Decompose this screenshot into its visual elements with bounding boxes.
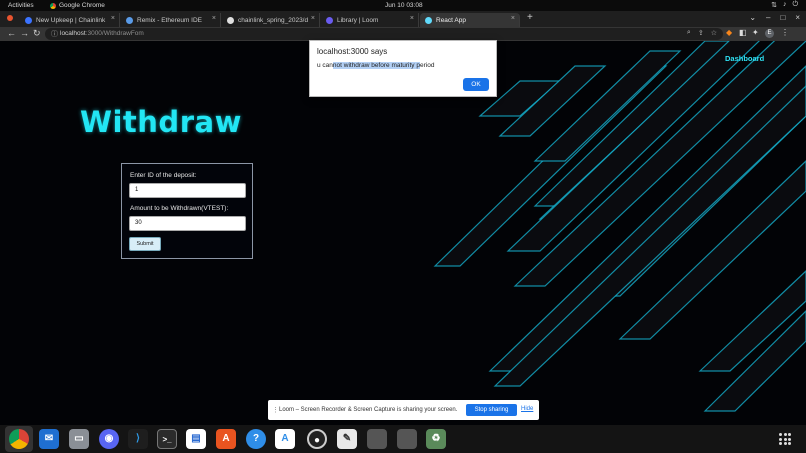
tab-label: React App — [436, 16, 466, 24]
remix-favicon-icon — [126, 16, 133, 24]
help-dock-icon[interactable]: ? — [246, 429, 266, 449]
trash-dock-icon[interactable]: ♻ — [426, 429, 446, 449]
submit-button[interactable]: Submit — [129, 237, 161, 251]
tab-label: chainlink_spring_2023/d — [238, 16, 309, 24]
loom-favicon-icon — [326, 16, 333, 24]
new-tab-button[interactable]: + — [527, 12, 533, 23]
address-bar[interactable]: ⓘ localhost:3000/WithdrawFom ⌕ ⇪ ☆ — [45, 28, 723, 40]
app-name: Google Chrome — [59, 2, 105, 9]
share-icon[interactable]: ⇪ — [698, 29, 704, 37]
alert-title: localhost:3000 says — [317, 47, 388, 56]
close-tab-icon[interactable]: × — [212, 15, 216, 22]
page-viewport: Dashboard Withdraw Enter ID of the depos… — [0, 41, 806, 425]
reload-icon[interactable]: ↻ — [33, 28, 41, 39]
page-title: Withdraw — [80, 105, 242, 139]
back-icon[interactable]: ← — [7, 28, 16, 38]
files-dock-icon[interactable]: ▭ — [69, 429, 89, 449]
profile-avatar[interactable]: E — [765, 29, 774, 38]
show-apps-icon[interactable] — [779, 433, 791, 445]
vscode-dock-icon[interactable]: ⟩ — [128, 429, 148, 449]
tab-search-icon[interactable]: ⌄ — [749, 13, 756, 22]
appstore-dock-icon[interactable]: A — [275, 429, 295, 449]
selected-text: not withdraw before maturity p — [332, 62, 420, 69]
stop-sharing-button[interactable]: Stop sharing — [466, 404, 517, 416]
clock[interactable]: Jun 10 03:08 — [385, 2, 423, 9]
close-window-icon[interactable]: × — [795, 13, 800, 22]
window-controls: ⌄ – □ × — [749, 13, 800, 22]
system-tray[interactable]: ⇅ ♪ ⏻ — [771, 1, 798, 9]
tab-label: Remix - Ethereum IDE — [137, 16, 203, 24]
screen-share-banner: ⋮ Loom – Screen Recorder & Screen Captur… — [268, 400, 539, 420]
chrome-menu-icon[interactable]: ⋮ — [781, 28, 789, 37]
tab-react-app[interactable]: React App × — [420, 13, 520, 27]
power-icon: ⏻ — [792, 1, 798, 8]
close-tab-icon[interactable]: × — [410, 15, 414, 22]
share-message: Loom – Screen Recorder & Screen Capture … — [279, 407, 458, 413]
software-dock-icon[interactable]: A — [216, 429, 236, 449]
github-favicon-icon — [227, 16, 234, 24]
zoom-icon[interactable]: ⌕ — [687, 29, 691, 37]
system-top-bar: Activities Google Chrome Jun 10 03:08 ⇅ … — [0, 0, 806, 11]
network-icon: ⇅ — [771, 2, 777, 9]
chrome-icon — [50, 2, 56, 9]
maximize-icon[interactable]: □ — [780, 13, 785, 22]
site-info-icon[interactable]: ⓘ — [51, 29, 58, 39]
terminal-dock-icon[interactable]: >_ — [157, 429, 177, 449]
volume-icon: ♪ — [782, 1, 787, 8]
activities-button[interactable]: Activities — [8, 2, 34, 9]
close-tab-icon[interactable]: × — [511, 15, 515, 22]
browser-toolbar: ← → ↻ ⓘ localhost:3000/WithdrawFom ⌕ ⇪ ☆ — [0, 27, 806, 41]
chrome-dock-icon[interactable] — [9, 429, 29, 449]
disk-dock-icon[interactable] — [367, 429, 387, 449]
text-editor-dock-icon[interactable]: ✎ — [337, 429, 357, 449]
tab-new-upkeep[interactable]: New Upkeep | Chainlink × — [20, 13, 120, 27]
extension-icon[interactable]: ◧ — [739, 28, 747, 37]
app-menu[interactable]: Google Chrome — [50, 2, 105, 9]
close-tab-icon[interactable]: × — [311, 15, 315, 22]
obs-dock-icon[interactable]: ● — [307, 429, 327, 449]
alert-message: u cannot withdraw before maturity period — [317, 62, 435, 69]
tab-loom[interactable]: Library | Loom × — [321, 13, 419, 27]
tab-github[interactable]: chainlink_spring_2023/d × — [222, 13, 320, 27]
chainlink-favicon-icon — [25, 16, 32, 24]
withdraw-form: Enter ID of the deposit: 1 Amount to be … — [121, 163, 253, 259]
writer-dock-icon[interactable]: ▤ — [186, 429, 206, 449]
omnibox-tools: ⌕ ⇪ ☆ — [687, 29, 717, 37]
amount-input[interactable]: 30 — [129, 216, 246, 231]
minimize-icon[interactable]: – — [766, 13, 770, 22]
discord-dock-icon[interactable]: ◉ — [99, 429, 119, 449]
tab-label: Library | Loom — [337, 16, 379, 24]
metamask-extension-icon[interactable]: ◆ — [726, 28, 732, 37]
tab-label: New Upkeep | Chainlink — [36, 16, 106, 24]
react-favicon-icon — [425, 16, 432, 24]
deposit-id-label: Enter ID of the deposit: — [130, 172, 197, 179]
dock: ✉ ▭ ◉ ⟩ >_ ▤ A ? A ● ✎ ♻ — [0, 425, 806, 453]
close-tab-icon[interactable]: × — [111, 15, 115, 22]
ok-button[interactable]: OK — [463, 78, 489, 91]
record-indicator-icon — [7, 15, 13, 21]
dashboard-link[interactable]: Dashboard — [725, 54, 764, 63]
mail-dock-icon[interactable]: ✉ — [39, 429, 59, 449]
tab-remix[interactable]: Remix - Ethereum IDE × — [121, 13, 221, 27]
deposit-id-input[interactable]: 1 — [129, 183, 246, 198]
drag-handle-icon[interactable]: ⋮ — [272, 406, 279, 414]
forward-icon[interactable]: → — [20, 28, 29, 38]
tab-strip: New Upkeep | Chainlink × Remix - Ethereu… — [0, 11, 806, 27]
url-text[interactable]: localhost:3000/WithdrawFom — [60, 30, 144, 37]
bookmark-star-icon[interactable]: ☆ — [711, 29, 717, 37]
alert-dialog: localhost:3000 says u cannot withdraw be… — [309, 40, 497, 97]
extensions-puzzle-icon[interactable]: ✦ — [752, 28, 759, 37]
hide-link[interactable]: Hide — [521, 406, 533, 412]
disk2-dock-icon[interactable] — [397, 429, 417, 449]
amount-label: Amount to be Withdrawn(VTEST): — [130, 205, 229, 212]
